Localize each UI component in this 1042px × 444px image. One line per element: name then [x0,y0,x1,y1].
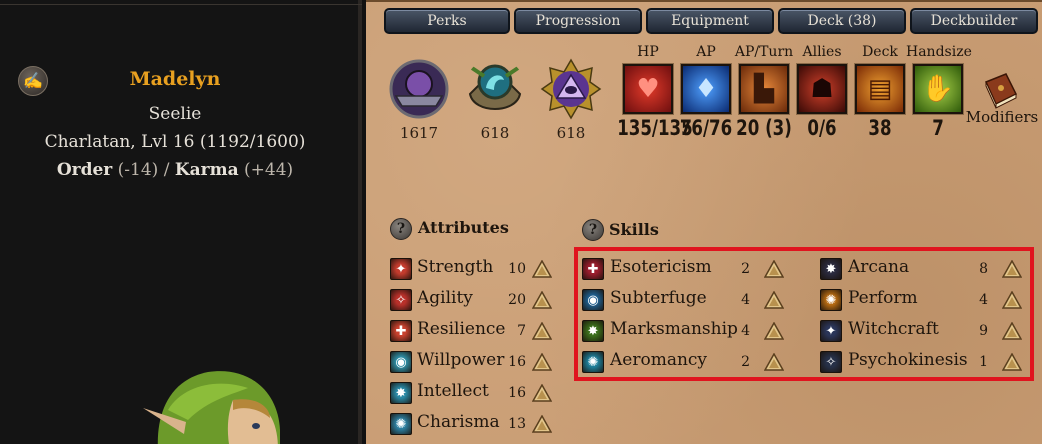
character-panel: ✍ Madelyn Seelie Charlatan, Lvl 16 (1192… [0,0,362,444]
dragon-emblem-icon[interactable] [464,58,526,120]
attribute-strength-value: 10 [508,261,526,277]
skills-help-icon[interactable]: ? [582,219,604,241]
attribute-agility-increase-button[interactable] [531,290,553,309]
attribute-resilience-increase-button[interactable] [531,321,553,340]
character-portrait [143,371,280,444]
divider [0,4,362,5]
stat-label-deck: Deck [862,44,898,60]
attributes-help-icon[interactable]: ? [390,218,412,240]
attribute-intellect-value: 16 [508,385,526,401]
attribute-resilience-value: 7 [517,323,526,339]
tab-deckbuilder[interactable]: Deckbuilder [910,8,1038,34]
stat-value-deck: 38 [868,116,892,140]
tab-deck[interactable]: Deck (38) [778,8,906,34]
order-label: Order [56,160,113,180]
stat-value-ap: 76/76 [679,116,733,140]
stat-label-ap-turn: AP/Turn [734,44,794,60]
character-alignment: Order (-14) / Karma (+44) [0,160,350,180]
character-class-level: Charlatan, Lvl 16 (1192/1600) [44,132,306,152]
stat-value-hp: 135/135 [617,116,693,140]
attribute-agility-label: Agility [417,288,473,308]
stat-label-hp: HP [637,44,659,60]
book-icon[interactable] [982,72,1018,110]
hand-icon[interactable]: ✋ [913,64,963,114]
attribute-agility-icon: ✧ [390,289,412,311]
tab-progression[interactable]: Progression [514,8,642,34]
heart-icon[interactable]: ♥ [623,64,673,114]
order-modifier: (-14) [117,160,159,180]
attribute-charisma-value: 13 [508,416,526,432]
attribute-willpower-value: 16 [508,354,526,370]
stat-label-ap: AP [696,44,716,60]
boot-icon[interactable]: ▙ [739,64,789,114]
attributes-title: Attributes [418,218,509,237]
helmet-icon[interactable]: ☗ [797,64,847,114]
attribute-agility-value: 20 [508,292,526,308]
purple-shield-emblem-icon[interactable] [388,58,450,120]
attribute-charisma-label: Charisma [417,412,500,432]
attribute-willpower-increase-button[interactable] [531,352,553,371]
alignment-separator: / [163,160,170,180]
karma-label: Karma [174,160,239,180]
attribute-intellect-label: Intellect [417,381,489,401]
attribute-intellect-icon: ✸ [390,382,412,404]
cards-icon[interactable]: ▤ [855,64,905,114]
skills-highlight-frame [574,247,1034,381]
attribute-willpower-label: Willpower [417,350,505,370]
blue-flame-icon[interactable]: ♦ [681,64,731,114]
attribute-charisma-increase-button[interactable] [531,414,553,433]
emblem-value: 618 [480,124,510,142]
modifiers-label[interactable]: Modifiers [964,108,1040,126]
stat-value-allies: 0/6 [807,116,837,140]
divider [366,0,1042,2]
all-seeing-eye-emblem-icon[interactable] [540,58,602,120]
attribute-charisma-icon: ✺ [390,413,412,435]
stat-label-handsize: Handsize [906,44,972,60]
tab-perks[interactable]: Perks [384,8,510,34]
character-name: Madelyn [129,68,221,90]
attribute-strength-icon: ✦ [390,258,412,280]
stat-label-allies: Allies [802,44,842,60]
stat-value-handsize: 7 [932,116,944,140]
attribute-strength-increase-button[interactable] [531,259,553,278]
emblem-value: 1617 [399,124,439,142]
attribute-resilience-label: Resilience [417,319,506,339]
tab-equipment[interactable]: Equipment [646,8,774,34]
attribute-willpower-icon: ◉ [390,351,412,373]
emblem-value: 618 [556,124,586,142]
attribute-resilience-icon: ✚ [390,320,412,342]
skills-title: Skills [609,220,659,239]
attribute-strength-label: Strength [417,257,494,277]
stat-value-ap-turn: 20 (3) [736,116,792,140]
karma-modifier: (+44) [244,160,294,180]
character-race: Seelie [148,104,202,124]
attribute-intellect-increase-button[interactable] [531,383,553,402]
